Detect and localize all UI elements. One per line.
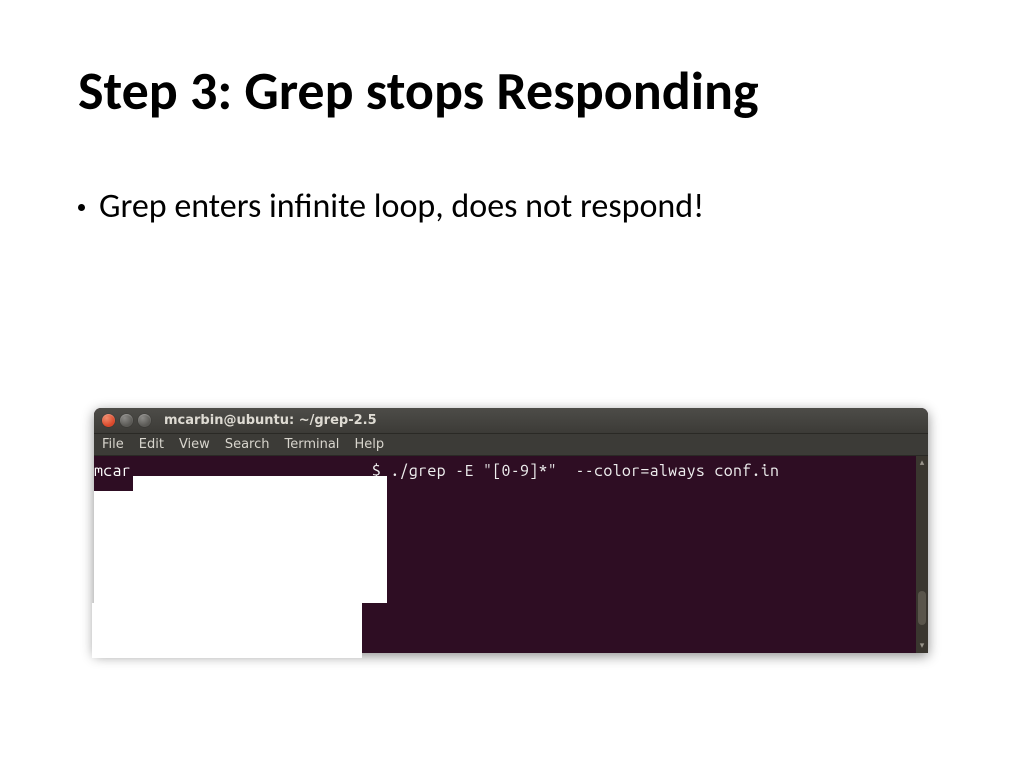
close-icon[interactable] — [102, 414, 115, 427]
menu-terminal[interactable]: Terminal — [284, 437, 339, 452]
terminal-menubar: File Edit View Search Terminal Help — [94, 434, 928, 456]
scroll-down-icon[interactable]: ▾ — [918, 642, 926, 650]
terminal-title: mcarbin@ubuntu: ~/grep-2.5 — [164, 413, 377, 428]
terminal-titlebar: mcarbin@ubuntu: ~/grep-2.5 — [94, 408, 928, 434]
minimize-icon[interactable] — [120, 414, 133, 427]
occlusion-block — [133, 476, 387, 603]
bullet-text: Grep enters infinite loop, does not resp… — [99, 186, 704, 227]
scroll-thumb[interactable] — [918, 591, 926, 625]
menu-edit[interactable]: Edit — [139, 437, 164, 452]
bullet-item: Grep enters infinite loop, does not resp… — [78, 186, 704, 227]
menu-help[interactable]: Help — [354, 437, 384, 452]
slide-title: Step 3: Grep stops Responding — [78, 58, 759, 124]
occlusion-block — [94, 491, 137, 618]
bullet-dot-icon — [78, 204, 85, 211]
menu-search[interactable]: Search — [225, 437, 270, 452]
terminal-command: ./grep -E "[0-9]*" --color=always conf.i… — [390, 462, 779, 480]
maximize-icon[interactable] — [138, 414, 151, 427]
menu-file[interactable]: File — [102, 437, 124, 452]
terminal-scrollbar[interactable]: ▴ ▾ — [916, 456, 928, 653]
prompt-user: mcar — [94, 462, 131, 480]
scroll-up-icon[interactable]: ▴ — [918, 459, 926, 467]
menu-view[interactable]: View — [179, 437, 210, 452]
